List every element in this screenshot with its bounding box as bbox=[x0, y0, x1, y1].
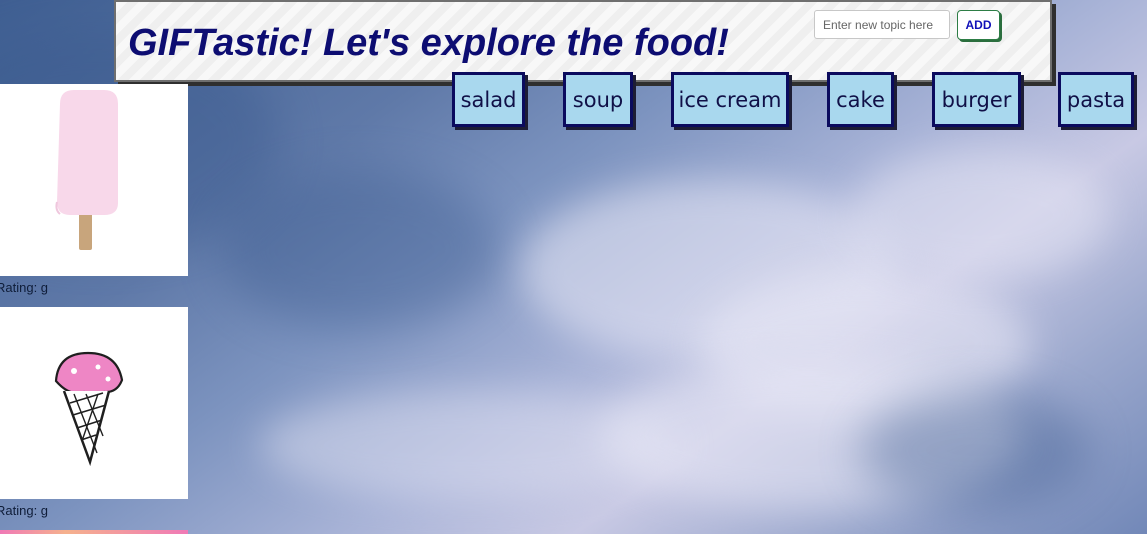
topic-button-soup[interactable]: soup bbox=[563, 72, 633, 127]
gif-card-partial[interactable] bbox=[0, 530, 188, 534]
ice-cream-cone-icon bbox=[54, 351, 124, 467]
topic-button-burger[interactable]: burger bbox=[932, 72, 1021, 127]
popsicle-icon bbox=[55, 90, 118, 250]
new-topic-input[interactable] bbox=[814, 10, 950, 39]
gif-card[interactable] bbox=[0, 307, 188, 499]
topic-button-salad[interactable]: salad bbox=[452, 72, 525, 127]
gif-rating: Rating: g bbox=[0, 503, 49, 518]
page-title: GIFTastic! Let's explore the food! bbox=[128, 22, 729, 64]
topic-button-ice-cream[interactable]: ice cream bbox=[671, 72, 789, 127]
topic-button-cake[interactable]: cake bbox=[827, 72, 894, 127]
header-panel: GIFTastic! Let's explore the food! ADD bbox=[114, 0, 1052, 82]
topic-button-pasta[interactable]: pasta bbox=[1058, 72, 1134, 127]
add-topic-button[interactable]: ADD bbox=[957, 10, 1000, 40]
gif-rating: Rating: g bbox=[0, 280, 49, 295]
gif-card[interactable] bbox=[0, 84, 188, 276]
